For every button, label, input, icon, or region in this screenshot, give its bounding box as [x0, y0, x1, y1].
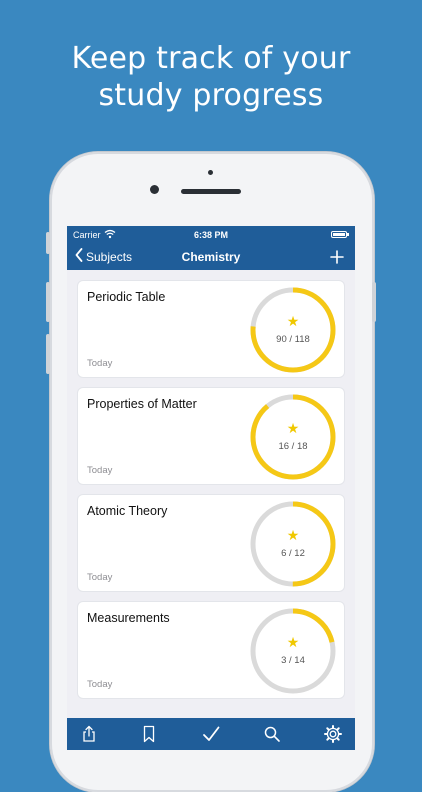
navigation-bar: Subjects Chemistry: [67, 244, 355, 270]
search-icon[interactable]: [263, 725, 281, 743]
topic-card[interactable]: Periodic Table Today ★ 90 / 118: [78, 281, 344, 377]
star-icon: ★: [286, 527, 300, 543]
checkmark-icon[interactable]: [202, 725, 220, 743]
star-icon: ★: [286, 420, 300, 436]
topic-card[interactable]: Measurements Today ★ 3 / 14: [78, 602, 344, 698]
promo-line-2: study progress: [98, 78, 324, 113]
status-time: 6:38 PM: [193, 230, 228, 240]
status-bar: Carrier 6:38 PM: [67, 226, 355, 244]
progress-count: 16 / 18: [278, 441, 308, 452]
topic-date: Today: [87, 679, 113, 690]
star-icon: ★: [286, 634, 300, 650]
topic-name: Atomic Theory: [87, 504, 168, 518]
proximity-sensor: [208, 170, 213, 175]
topic-name: Periodic Table: [87, 290, 166, 304]
progress-ring: ★ 3 / 14: [250, 608, 336, 694]
page-title: Chemistry: [181, 250, 241, 264]
promo-headline: Keep track of your study progress: [0, 40, 422, 114]
earpiece-speaker: [181, 189, 241, 194]
topic-card[interactable]: Atomic Theory Today ★ 6 / 12: [78, 495, 344, 591]
topic-card[interactable]: Properties of Matter Today ★ 16 / 18: [78, 388, 344, 484]
gear-icon[interactable]: [324, 725, 342, 743]
progress-count: 90 / 118: [276, 334, 310, 345]
tab-bar: [67, 718, 355, 750]
star-icon: ★: [286, 313, 300, 329]
volume-up-button: [46, 282, 50, 322]
plus-icon[interactable]: [327, 247, 347, 267]
progress-ring: ★ 16 / 18: [250, 394, 336, 480]
bookmark-icon[interactable]: [140, 725, 158, 743]
topic-name: Properties of Matter: [87, 397, 197, 411]
topic-date: Today: [87, 572, 113, 583]
progress-ring: ★ 6 / 12: [250, 501, 336, 587]
promo-line-1: Keep track of your: [71, 41, 351, 76]
topic-date: Today: [87, 465, 113, 476]
progress-ring: ★ 90 / 118: [250, 287, 336, 373]
power-button: [372, 282, 376, 322]
mute-switch: [46, 232, 50, 254]
share-icon[interactable]: [80, 725, 98, 743]
app-screen: Carrier 6:38 PM Subjects Chemistry Perio…: [67, 226, 355, 750]
front-camera: [150, 185, 159, 194]
progress-count: 6 / 12: [281, 548, 305, 559]
volume-down-button: [46, 334, 50, 374]
battery-icon: [331, 231, 347, 238]
topic-date: Today: [87, 358, 113, 369]
battery-tip: [347, 233, 349, 236]
progress-count: 3 / 14: [281, 655, 305, 666]
topic-name: Measurements: [87, 611, 170, 625]
